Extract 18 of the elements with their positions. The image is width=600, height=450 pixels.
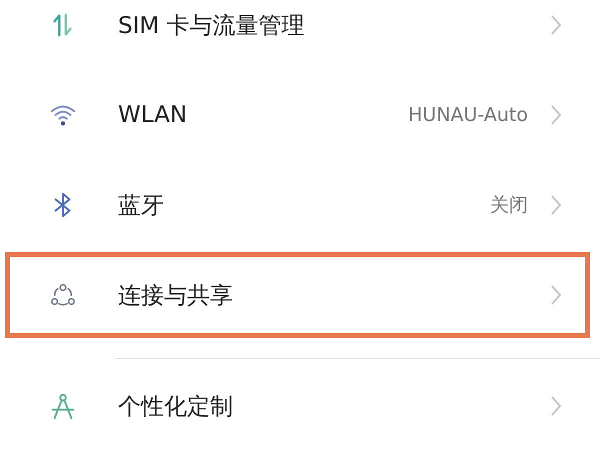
item-label: 连接与共享 [118,282,234,310]
chevron-right-icon [550,104,562,126]
settings-item[interactable]: WLAN HUNAU-Auto [0,70,600,160]
chevron-right-icon [550,194,562,216]
item-label: 蓝牙 [118,192,165,220]
settings-item[interactable]: 个性化定制 [0,361,600,450]
item-value: HUNAU-Auto [408,104,528,126]
compass-icon [49,392,77,420]
chevron-right-icon [550,395,562,417]
item-value: 关闭 [490,193,528,218]
settings-item[interactable]: 蓝牙 关闭 [0,160,600,250]
settings-item[interactable]: 连接与共享 [0,250,600,340]
item-label: 个性化定制 [118,392,234,422]
item-label: WLAN [118,102,188,128]
item-label: SIM 卡与流量管理 [118,12,306,40]
settings-item[interactable]: SIM 卡与流量管理 [0,0,600,70]
chevron-right-icon [550,14,562,36]
chevron-right-icon [550,284,562,306]
